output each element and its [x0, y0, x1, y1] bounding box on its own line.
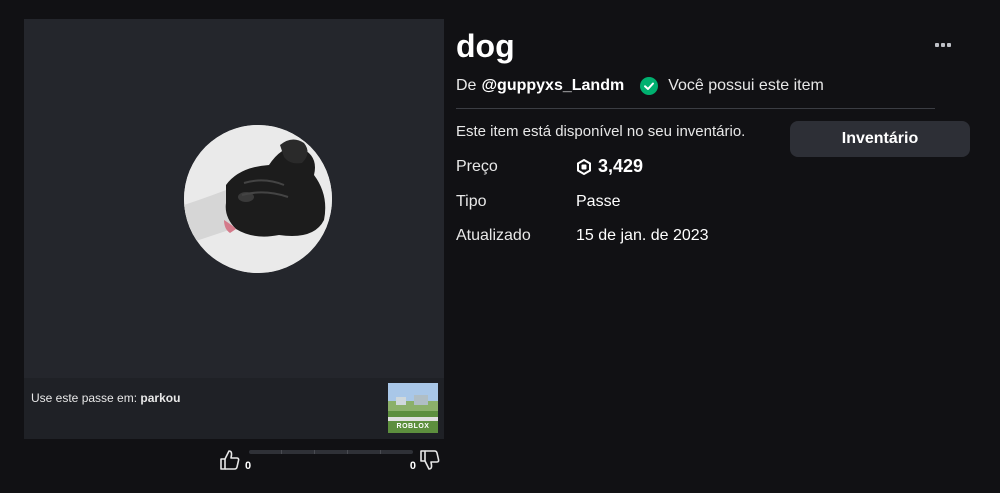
- robux-icon: [577, 158, 591, 175]
- more-dot: [941, 43, 945, 47]
- more-dot: [947, 43, 951, 47]
- vote-bar-segment: [380, 450, 381, 454]
- place-usage-prefix: Use este passe em:: [31, 391, 138, 405]
- divider: [456, 108, 935, 109]
- vote-bar-segment: [281, 450, 282, 454]
- vote-ratio-bar: [249, 450, 413, 454]
- creator-link[interactable]: @guppyxs_Landm: [481, 77, 624, 95]
- type-label: Tipo: [456, 193, 487, 210]
- downvote-count: 0: [409, 460, 416, 472]
- place-thumbnail[interactable]: ROBLOX: [388, 383, 438, 433]
- item-title: dog: [456, 28, 515, 64]
- item-thumbnail-image: [184, 125, 332, 273]
- thumbs-up-icon[interactable]: [218, 448, 244, 474]
- owned-indicator: Você possui este item: [640, 77, 824, 95]
- price-label: Preço: [456, 158, 498, 175]
- inventory-button[interactable]: Inventário: [790, 121, 970, 157]
- place-usage-text: Use este passe em: parkou: [31, 391, 180, 405]
- more-options-icon[interactable]: [931, 38, 955, 52]
- vote-bar-segment: [314, 450, 315, 454]
- upvote-count: 0: [245, 460, 252, 472]
- item-thumbnail-panel: Use este passe em: parkou ROBLOX: [24, 19, 444, 439]
- place-name-link[interactable]: parkou: [140, 391, 180, 405]
- updated-value: 15 de jan. de 2023: [576, 227, 709, 244]
- owned-text: Você possui este item: [668, 77, 824, 94]
- availability-text: Este item está disponível no seu inventá…: [456, 123, 746, 140]
- check-circle-icon: [640, 77, 659, 95]
- updated-label: Atualizado: [456, 227, 531, 244]
- place-thumbnail-label: ROBLOX: [396, 423, 430, 430]
- vote-bar-segment: [347, 450, 348, 454]
- creator-line: De @guppyxs_Landm Você possui este item: [456, 77, 824, 95]
- more-dot: [935, 43, 939, 47]
- price-value: 3,429: [576, 156, 643, 177]
- price-amount: 3,429: [598, 156, 644, 176]
- thumbs-down-icon[interactable]: [418, 448, 444, 474]
- creator-prefix: De: [456, 77, 477, 94]
- type-value: Passe: [576, 193, 621, 210]
- vote-section: 0 0: [218, 448, 444, 474]
- place-usage-bar: Use este passe em: parkou ROBLOX: [24, 378, 444, 439]
